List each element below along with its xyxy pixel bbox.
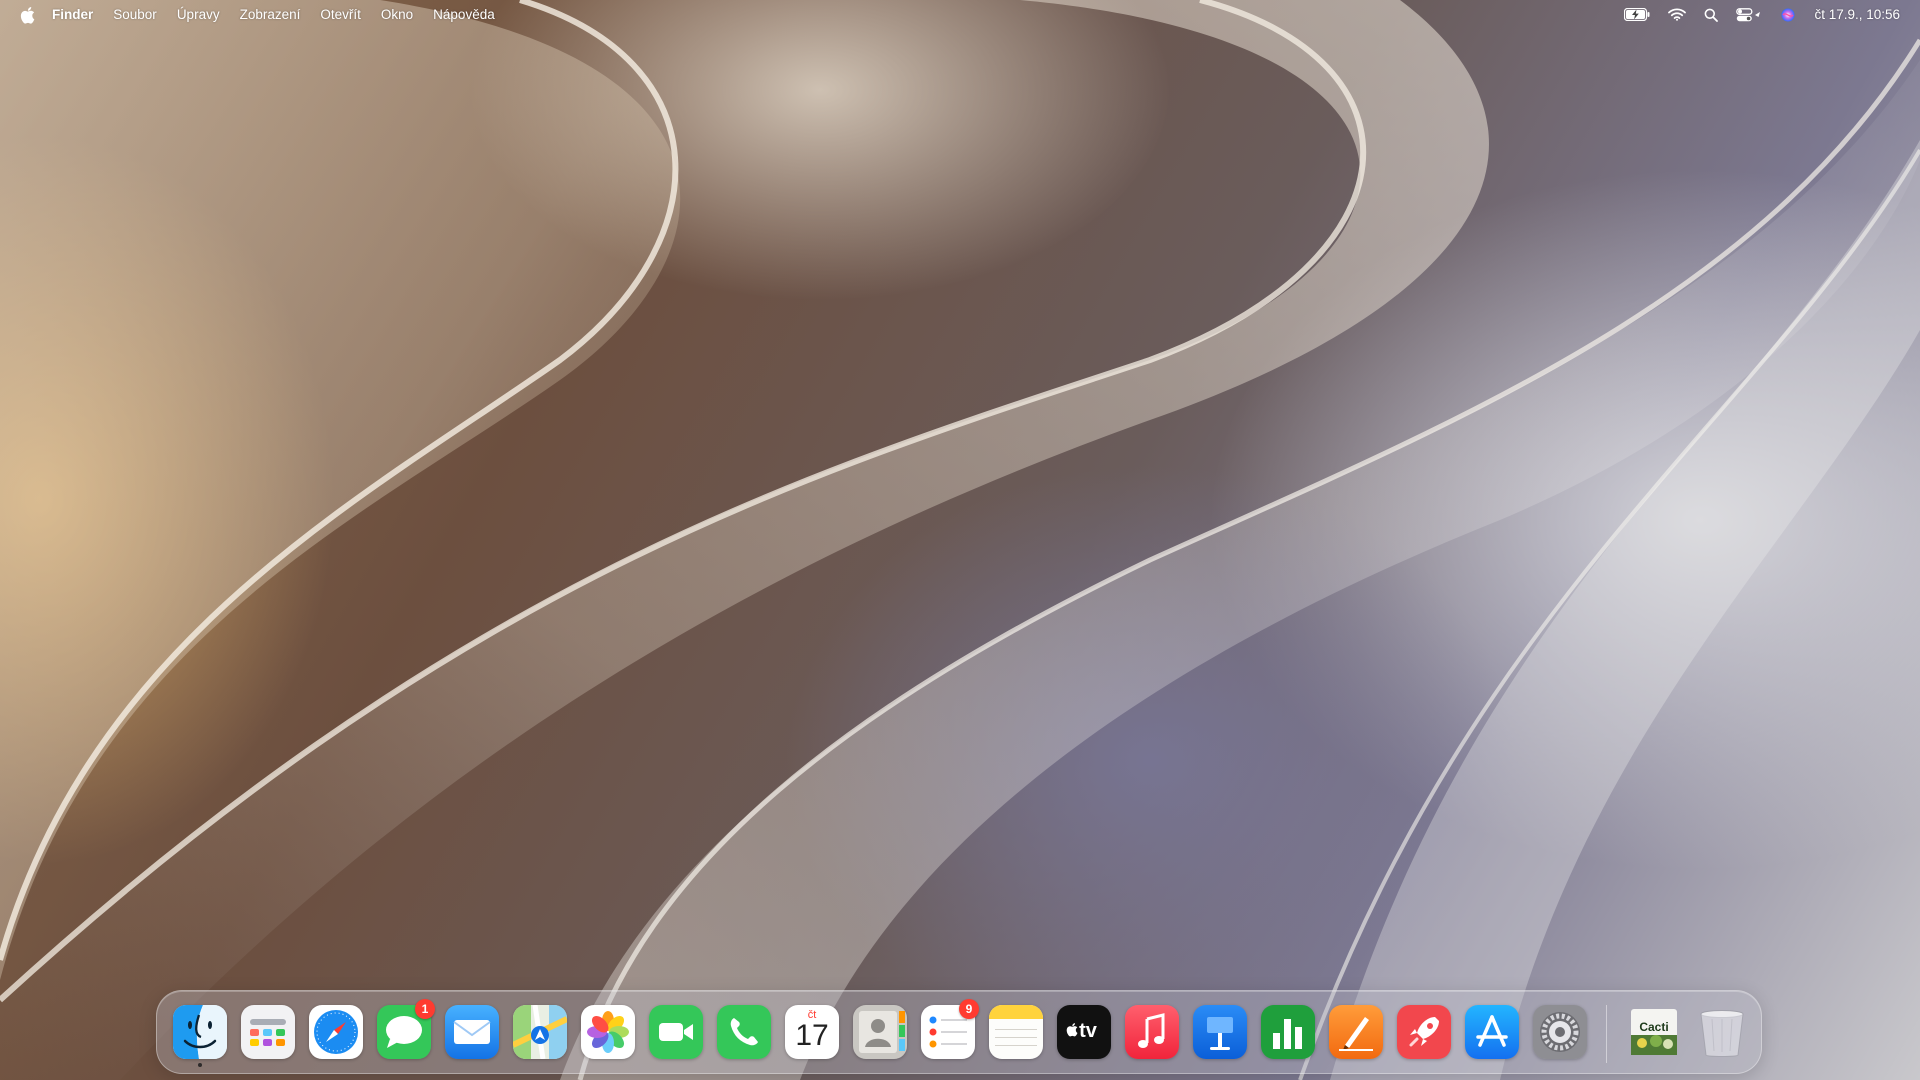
numbers-icon bbox=[1261, 1005, 1315, 1059]
trash-icon bbox=[1695, 1005, 1749, 1059]
dock-item-photos[interactable] bbox=[581, 1005, 635, 1059]
dock-item-tv[interactable]: tv bbox=[1057, 1005, 1111, 1059]
app-store-icon bbox=[1465, 1005, 1519, 1059]
menu-item-soubor[interactable]: Soubor bbox=[113, 7, 157, 22]
tv-label: tv bbox=[1079, 1020, 1097, 1042]
running-indicator bbox=[198, 1063, 202, 1067]
calendar-date: 17 bbox=[795, 1019, 829, 1052]
dock-item-safari[interactable] bbox=[309, 1005, 363, 1059]
dock-item-notes[interactable] bbox=[989, 1005, 1043, 1059]
mail-icon bbox=[445, 1005, 499, 1059]
rocket-icon bbox=[1397, 1005, 1451, 1059]
menu-bar-clock[interactable]: čt 17.9., 10:56 bbox=[1814, 7, 1900, 22]
apple-menu-icon[interactable] bbox=[18, 5, 36, 25]
photos-icon bbox=[581, 1005, 635, 1059]
menu-item-otevrit[interactable]: Otevřít bbox=[320, 7, 361, 22]
dock-item-trash[interactable] bbox=[1695, 1005, 1749, 1059]
menu-item-zobrazeni[interactable]: Zobrazení bbox=[240, 7, 301, 22]
calendar-icon: čt 17 bbox=[785, 1005, 839, 1059]
dock-item-cacti-stack[interactable]: Cacti bbox=[1627, 1005, 1681, 1059]
dock-item-keynote[interactable] bbox=[1193, 1005, 1247, 1059]
menu-item-okno[interactable]: Okno bbox=[381, 7, 413, 22]
dock-item-messages[interactable]: 1 bbox=[377, 999, 435, 1059]
phone-icon bbox=[717, 1005, 771, 1059]
dock-item-maps[interactable] bbox=[513, 1005, 567, 1059]
maps-icon bbox=[513, 1005, 567, 1059]
menu-app-name[interactable]: Finder bbox=[52, 7, 93, 22]
music-icon bbox=[1125, 1005, 1179, 1059]
keynote-icon bbox=[1193, 1005, 1247, 1059]
reminders-badge: 9 bbox=[959, 999, 979, 1019]
menu-item-upravy[interactable]: Úpravy bbox=[177, 7, 220, 22]
cacti-folder-icon: Cacti bbox=[1627, 1005, 1681, 1059]
pages-icon bbox=[1329, 1005, 1383, 1059]
dock-item-calendar[interactable]: čt 17 bbox=[785, 1005, 839, 1059]
contacts-icon bbox=[853, 1005, 907, 1059]
dock: 1 čt 17 9 tv Cacti bbox=[156, 990, 1762, 1074]
wallpaper bbox=[0, 0, 1920, 1080]
apple-tv-icon: tv bbox=[1057, 1005, 1111, 1059]
dock-item-facetime[interactable] bbox=[649, 1005, 703, 1059]
cacti-label: Cacti bbox=[1639, 1020, 1669, 1034]
wifi-icon[interactable] bbox=[1668, 0, 1687, 29]
dock-item-system-settings[interactable] bbox=[1533, 1005, 1587, 1059]
safari-icon bbox=[309, 1005, 363, 1059]
unread-badge: 1 bbox=[415, 999, 435, 1019]
dock-item-launchpad[interactable] bbox=[241, 1005, 295, 1059]
dock-item-app-store[interactable] bbox=[1465, 1005, 1519, 1059]
dock-item-mail[interactable] bbox=[445, 1005, 499, 1059]
dock-item-phone[interactable] bbox=[717, 1005, 771, 1059]
spotlight-search-icon[interactable] bbox=[1704, 0, 1719, 29]
dock-item-reminders[interactable]: 9 bbox=[921, 999, 979, 1059]
siri-icon[interactable] bbox=[1780, 0, 1796, 29]
dock-item-finder[interactable] bbox=[173, 1005, 227, 1067]
dock-item-contacts[interactable] bbox=[853, 1005, 907, 1059]
dock-item-music[interactable] bbox=[1125, 1005, 1179, 1059]
menu-item-napoveda[interactable]: Nápověda bbox=[433, 7, 495, 22]
control-center-icon[interactable] bbox=[1736, 0, 1762, 29]
launchpad-icon bbox=[241, 1005, 295, 1059]
desktop[interactable]: Finder Soubor Úpravy Zobrazení Otevřít O… bbox=[0, 0, 1920, 1080]
menu-bar-left: Finder Soubor Úpravy Zobrazení Otevřít O… bbox=[0, 0, 515, 29]
finder-icon bbox=[173, 1005, 227, 1059]
menu-bar: Finder Soubor Úpravy Zobrazení Otevřít O… bbox=[0, 0, 1920, 29]
dock-separator bbox=[1606, 1005, 1607, 1063]
dock-item-numbers[interactable] bbox=[1261, 1005, 1315, 1059]
system-settings-icon bbox=[1533, 1005, 1587, 1059]
battery-charging-icon[interactable] bbox=[1624, 0, 1650, 29]
facetime-icon bbox=[649, 1005, 703, 1059]
dock-item-pages[interactable] bbox=[1329, 1005, 1383, 1059]
menu-bar-right: čt 17.9., 10:56 bbox=[1606, 0, 1920, 29]
notes-icon bbox=[989, 1005, 1043, 1059]
dock-item-rocket[interactable] bbox=[1397, 1005, 1451, 1059]
